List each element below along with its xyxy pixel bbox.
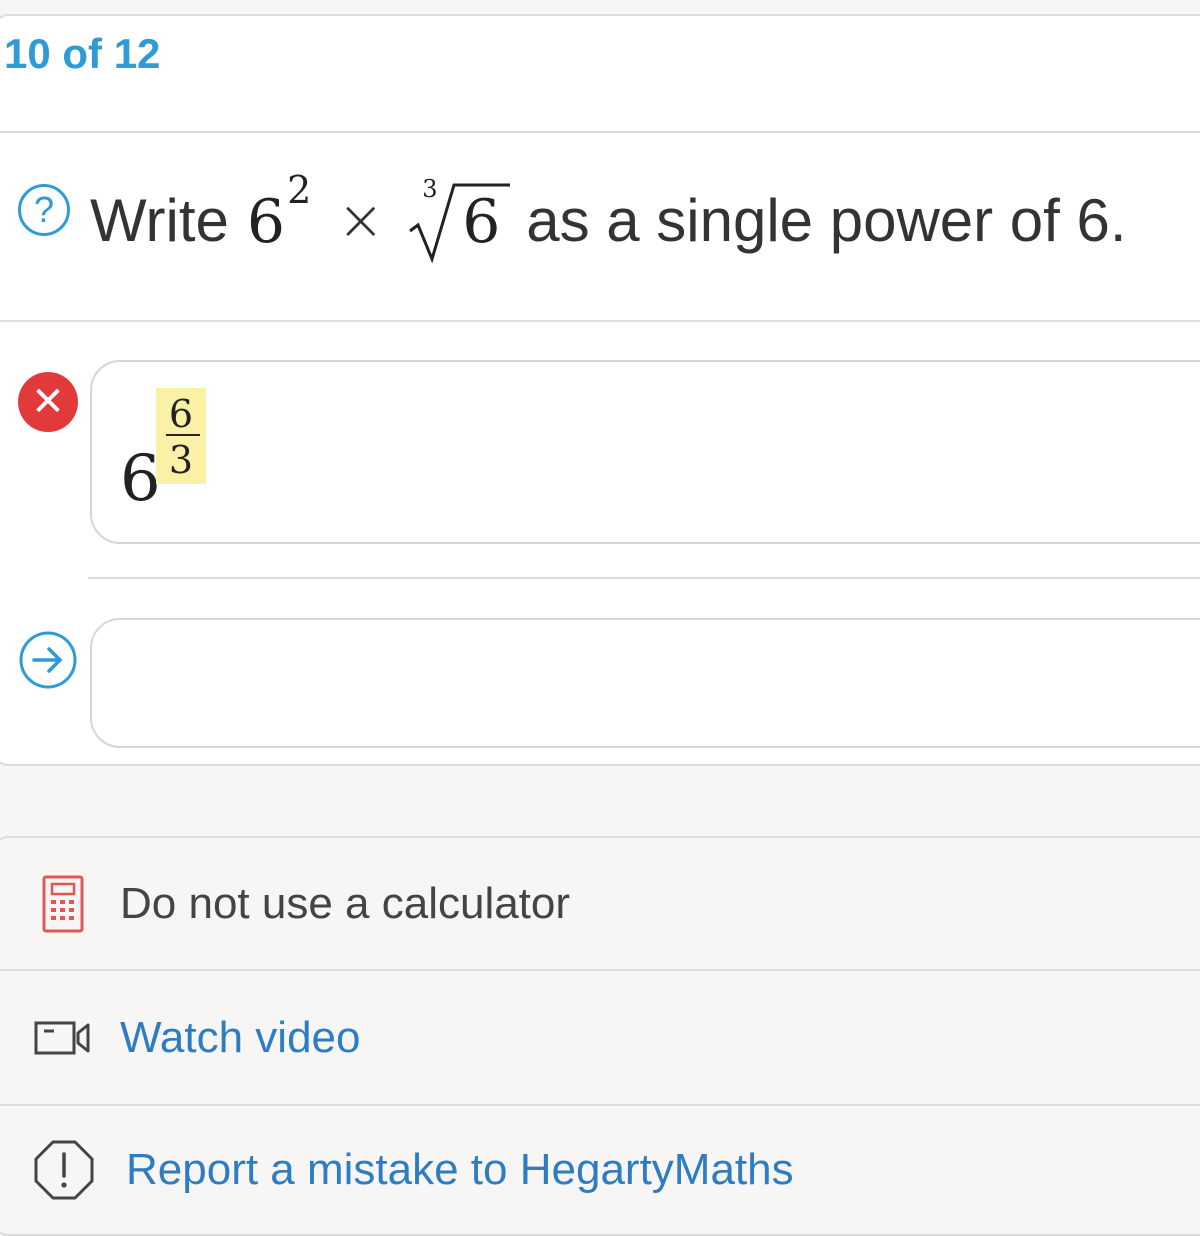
answer-numerator: 6: [168, 392, 194, 436]
calculator-icon: [42, 875, 84, 933]
answer-base: 6: [120, 442, 161, 516]
radicand: 6: [462, 187, 501, 257]
video-camera-icon: [34, 1021, 90, 1055]
question-text: Write 6 2 × 3 6 as a single power of 6.: [90, 168, 1127, 265]
question-progress: 10 of 12: [4, 30, 161, 77]
red-x-circle-icon: ✕: [18, 372, 78, 432]
question-row: ? Write 6 2 × 3 6 as a single power of 6…: [18, 168, 1198, 270]
answer-exponent-fraction: 6 3: [156, 388, 206, 484]
previous-answer-box: 6 6 3: [90, 360, 1200, 544]
divider: [0, 320, 1200, 322]
math-base: 6: [246, 187, 286, 257]
cube-root: 3 6: [406, 175, 511, 265]
question-circle-icon[interactable]: ?: [18, 184, 70, 236]
fraction-bar: [166, 434, 200, 436]
exclamation-octagon-icon: [34, 1140, 94, 1200]
divider: [0, 1104, 1200, 1106]
divider: [0, 969, 1200, 971]
question-lead: Write: [90, 186, 229, 254]
calculator-notice: Do not use a calculator: [0, 866, 1200, 942]
times-symbol: ×: [337, 187, 385, 253]
watch-video-label[interactable]: Watch video: [120, 1013, 360, 1063]
calculator-note: Do not use a calculator: [120, 879, 571, 928]
root-index: 3: [422, 175, 438, 203]
answer-denominator: 3: [168, 438, 194, 482]
watch-video-link[interactable]: Watch video: [0, 1000, 1200, 1076]
math-exponent: 2: [287, 168, 312, 212]
divider: [0, 131, 1200, 133]
divider: [88, 577, 1200, 579]
question-tail: as a single power of 6.: [526, 186, 1127, 254]
report-mistake-link[interactable]: Report a mistake to HegartyMaths: [0, 1132, 1200, 1208]
answer-input[interactable]: [90, 618, 1200, 748]
arrow-right-circle-icon[interactable]: [18, 630, 78, 690]
report-mistake-label[interactable]: Report a mistake to HegartyMaths: [126, 1145, 794, 1195]
